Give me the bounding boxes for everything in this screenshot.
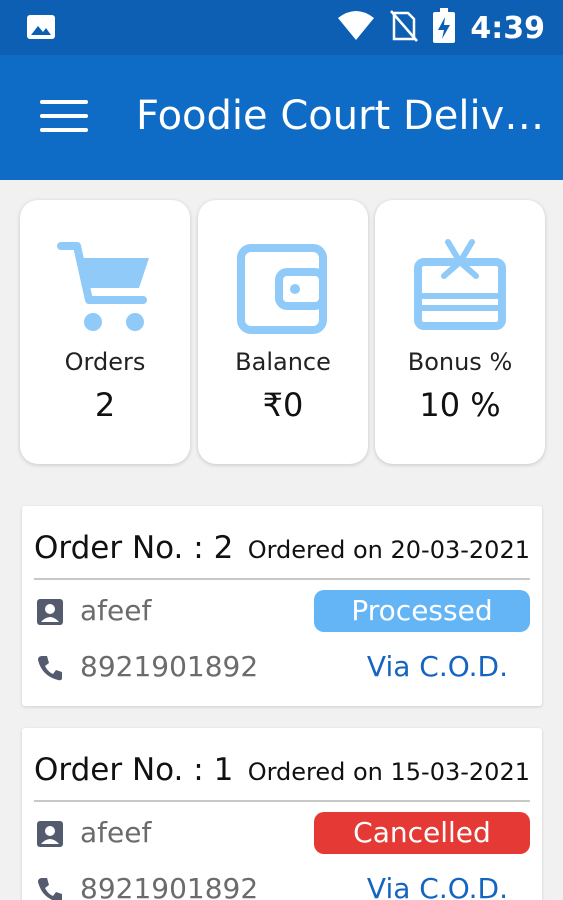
customer-row: afeef Cancelled [36,812,530,858]
order-date: Ordered on 15-03-2021 [247,758,530,786]
customer-name: afeef [80,594,152,627]
order-number: Order No. : 2 [34,530,234,566]
app-title: Foodie Court Deliv… [136,93,545,139]
order-date: Ordered on 20-03-2021 [247,536,530,564]
status-time: 4:39 [470,10,545,46]
order-header: Order No. : 2 Ordered on 20-03-2021 [34,522,530,580]
contact-card-icon [36,820,64,852]
order-card[interactable]: Order No. : 2 Ordered on 20-03-2021 afee… [22,506,542,706]
stat-label: Balance [235,348,331,376]
stat-label: Orders [64,348,146,376]
image-icon [26,14,56,44]
order-header: Order No. : 1 Ordered on 15-03-2021 [34,744,530,802]
stat-value: 2 [94,386,116,424]
phone-icon [36,876,64,900]
wifi-icon [336,10,390,46]
no-sim-icon [390,9,432,47]
stat-value: 10 % [419,386,501,424]
cart-icon [20,238,190,334]
gift-card-icon [375,238,545,334]
stat-label: Bonus % [407,348,513,376]
balance-stat-card[interactable]: Balance ₹0 [198,200,368,464]
payment-mode: Via C.O.D. [366,650,508,683]
orders-stat-card[interactable]: Orders 2 [20,200,190,464]
phone-row: 8921901892 Via C.O.D. [36,646,530,692]
hamburger-menu-icon[interactable] [40,100,88,136]
contact-card-icon [36,598,64,630]
bonus-stat-card[interactable]: Bonus % 10 % [375,200,545,464]
customer-row: afeef Processed [36,590,530,636]
status-badge: Processed [314,590,530,632]
order-number: Order No. : 1 [34,752,234,788]
customer-phone[interactable]: 8921901892 [80,650,258,683]
phone-icon [36,654,64,686]
stat-value: ₹0 [262,386,304,424]
stats-row: Orders 2 Balance ₹0 Bonus % 10 % [20,200,545,466]
payment-mode: Via C.O.D. [366,872,508,900]
status-bar: 4:39 [0,0,563,55]
status-badge: Cancelled [314,812,530,854]
wallet-icon [198,238,368,334]
battery-charging-icon [432,8,470,48]
customer-name: afeef [80,816,152,849]
app-bar: Foodie Court Deliv… [0,55,563,180]
phone-row: 8921901892 Via C.O.D. [36,868,530,900]
order-card[interactable]: Order No. : 1 Ordered on 15-03-2021 afee… [22,728,542,900]
customer-phone[interactable]: 8921901892 [80,872,258,900]
